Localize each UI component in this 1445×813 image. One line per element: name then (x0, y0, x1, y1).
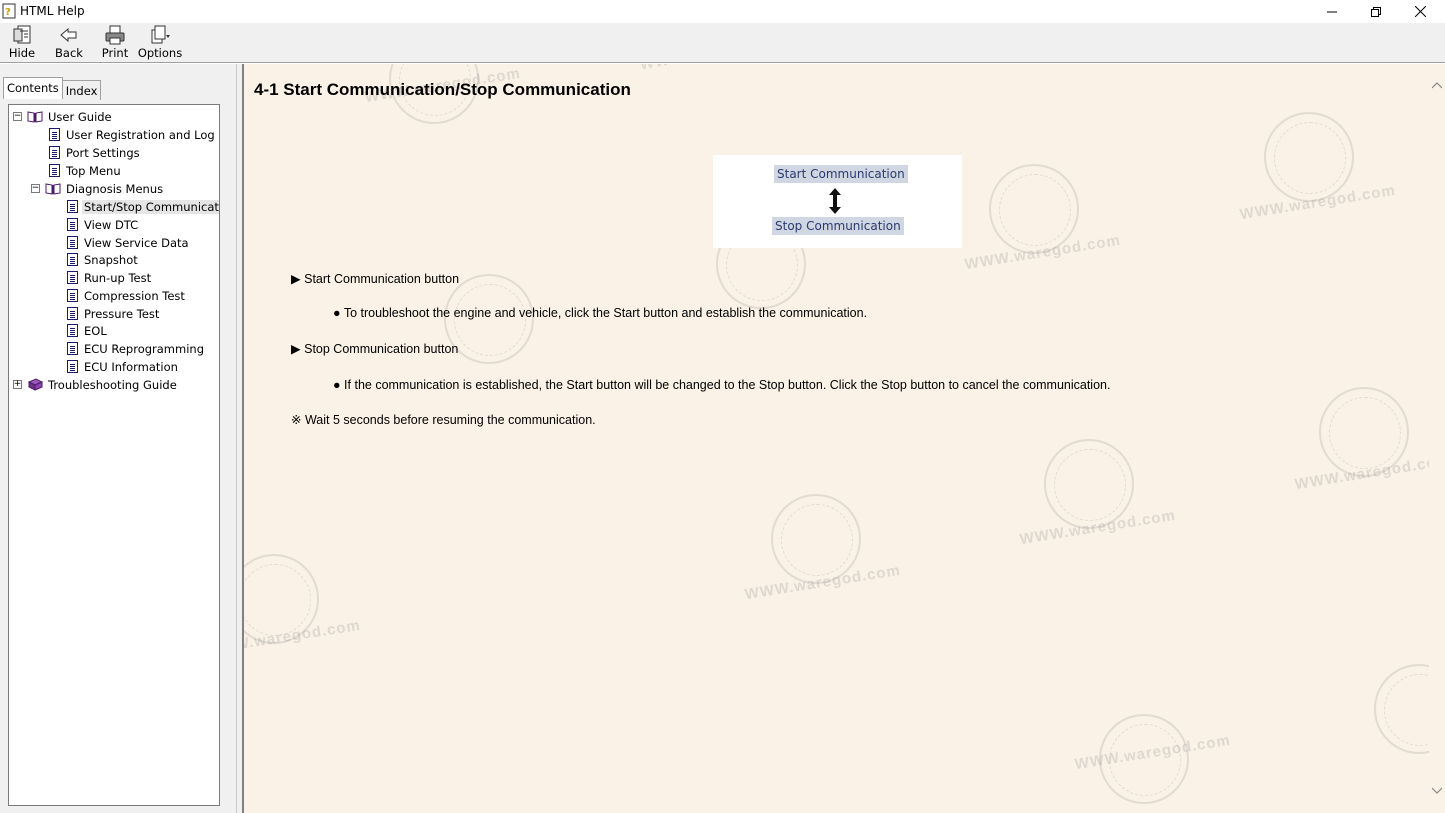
tree-item-eol[interactable]: EOL (67, 322, 109, 339)
watermark-text: WWW.waregod.com (244, 616, 362, 659)
title-bar: ? HTML Help (0, 0, 1445, 23)
minimize-icon (1327, 11, 1337, 12)
open-book-icon (27, 111, 43, 123)
toolbar: Hide Back Print Options (0, 23, 1445, 63)
triangle-bullet-icon: ▶ (291, 342, 301, 356)
page-icon (49, 128, 60, 141)
tree-item-pressure-test[interactable]: Pressure Test (67, 305, 161, 322)
options-label: Options (137, 46, 183, 60)
restore-icon (1371, 6, 1381, 17)
watermark-text: WWW.waregod.com (963, 231, 1122, 274)
tree-item-start-stop[interactable]: Start/Stop Communication (67, 198, 219, 215)
close-button[interactable] (1398, 0, 1442, 23)
open-book-icon (45, 183, 61, 195)
print-button[interactable]: Print (101, 25, 129, 61)
stop-communication-figure: Stop Communication (772, 217, 904, 235)
bullet-icon: ● (333, 306, 341, 320)
page-icon (67, 218, 78, 231)
navigation-pane: Contents Index − User Guide User Registr… (0, 64, 236, 813)
tree-item-diagnosis-menus[interactable]: Diagnosis Menus (45, 180, 165, 197)
collapse-icon[interactable]: − (13, 112, 22, 121)
start-description: ● To troubleshoot the engine and vehicle… (333, 306, 868, 320)
tree-item-user-guide[interactable]: User Guide (27, 108, 114, 125)
topic-content: WWW.waregod.com WWW.waregod.com WWW.ware… (244, 64, 1429, 813)
tab-index[interactable]: Index (62, 80, 102, 100)
closed-book-icon (27, 378, 43, 391)
tree-item-view-dtc[interactable]: View DTC (67, 216, 140, 233)
contents-tree: − User Guide User Registration and Log I… (8, 104, 220, 806)
pane-splitter[interactable] (236, 64, 244, 813)
page-icon (67, 271, 78, 284)
page-icon (67, 324, 78, 337)
watermark-text: WWW.waregod.com (743, 561, 902, 604)
watermark-text: WWW.waregod.com (1238, 181, 1397, 224)
start-heading: ▶ Start Communication button (291, 272, 460, 286)
page-icon (49, 146, 60, 159)
watermark-seal (1374, 664, 1429, 754)
page-icon (67, 307, 78, 320)
tree-item-run-up-test[interactable]: Run-up Test (67, 269, 153, 286)
stop-description: ● If the communication is established, t… (333, 378, 1111, 392)
watermark-seal (1044, 439, 1134, 529)
communication-diagram: Start Communication Stop Communication (713, 155, 962, 248)
hide-label: Hide (8, 46, 36, 60)
tree-item-port-settings[interactable]: Port Settings (49, 144, 142, 161)
page-icon (67, 342, 78, 355)
page-icon (67, 360, 78, 373)
close-icon (1414, 6, 1426, 17)
watermark-seal (1264, 112, 1354, 202)
tree-item-troubleshooting-guide[interactable]: Troubleshooting Guide (27, 376, 179, 393)
watermark-seal (244, 554, 319, 644)
options-button[interactable]: Options (138, 25, 182, 61)
tree-item-ecu-reprogramming[interactable]: ECU Reprogramming (67, 340, 206, 357)
watermark-text: WWW.waregod.com (1018, 506, 1177, 549)
start-communication-figure: Start Communication (774, 165, 908, 183)
back-button[interactable]: Back (55, 25, 83, 61)
tree-item-view-service-data[interactable]: View Service Data (67, 234, 191, 251)
tree-item-compression-test[interactable]: Compression Test (67, 287, 187, 304)
svg-text:?: ? (5, 7, 11, 18)
hide-button[interactable]: Hide (9, 25, 35, 61)
options-icon (151, 25, 170, 44)
stop-heading: ▶ Stop Communication button (291, 342, 459, 356)
page-icon (67, 200, 78, 213)
watermark-seal (1319, 387, 1409, 477)
up-down-arrow-icon (829, 188, 841, 214)
watermark-seal (771, 494, 861, 584)
watermark-seal (989, 164, 1079, 254)
hide-pane-icon (13, 25, 31, 44)
scroll-up-icon[interactable] (1432, 82, 1442, 89)
help-file-icon: ? (2, 3, 16, 19)
watermark-seal (1099, 714, 1189, 804)
nav-tabs: Contents Index (3, 77, 102, 100)
tree-item-snapshot[interactable]: Snapshot (67, 251, 140, 268)
tab-contents[interactable]: Contents (3, 77, 63, 99)
back-arrow-icon (60, 28, 77, 42)
watermark-text: WWW.waregod.com (639, 64, 797, 73)
note: ※ Wait 5 seconds before resuming the com… (291, 413, 596, 427)
tree-item-top-menu[interactable]: Top Menu (49, 162, 123, 179)
scroll-down-icon[interactable] (1432, 787, 1442, 794)
page-icon (67, 236, 78, 249)
window-title: HTML Help (20, 4, 85, 18)
watermark-text: WWW.waregod.com (1073, 731, 1232, 774)
bullet-icon: ● (333, 378, 341, 392)
vertical-scrollbar[interactable] (1429, 64, 1445, 813)
tree-item-ecu-information[interactable]: ECU Information (67, 358, 180, 375)
watermark-text: WWW.waregod.com (1293, 451, 1429, 494)
print-label: Print (101, 46, 129, 60)
page-title: 4-1 Start Communication/Stop Communicati… (254, 80, 631, 99)
reference-mark-icon: ※ (291, 413, 302, 427)
triangle-bullet-icon: ▶ (291, 272, 301, 286)
page-icon (67, 253, 78, 266)
page-icon (49, 164, 60, 177)
tree-item-user-registration[interactable]: User Registration and Log In (49, 126, 219, 143)
printer-icon (105, 25, 125, 45)
collapse-icon[interactable]: − (31, 184, 40, 193)
page-icon (67, 289, 78, 302)
minimize-button[interactable] (1310, 0, 1354, 23)
expand-icon[interactable]: + (13, 380, 22, 389)
restore-button[interactable] (1354, 0, 1398, 23)
back-label: Back (55, 46, 83, 60)
